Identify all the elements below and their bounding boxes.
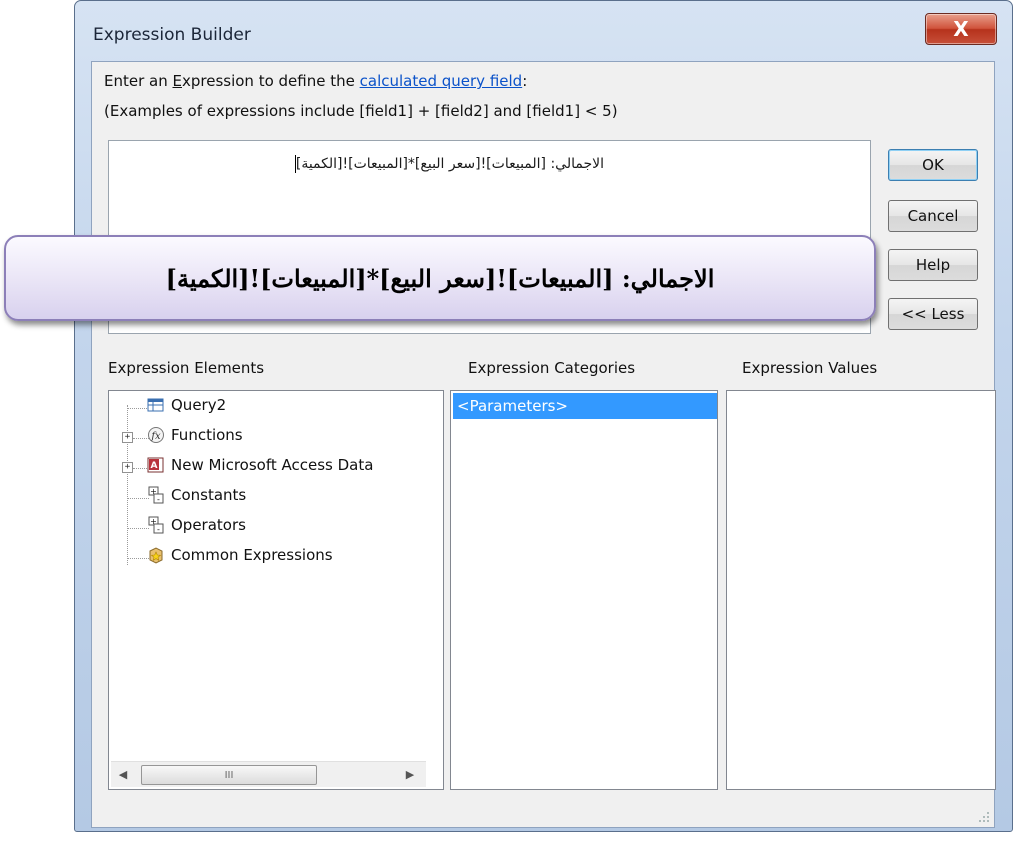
tree-item-label: Common Expressions (171, 546, 333, 564)
close-icon: X (953, 17, 969, 41)
dialog-client-area: Enter an Expression to define the calcul… (91, 61, 996, 828)
category-item-parameters[interactable]: <Parameters> (453, 393, 717, 419)
constants-icon: + - (147, 486, 165, 504)
tree-line (127, 405, 128, 565)
function-icon: fx (147, 426, 165, 444)
close-button[interactable]: X (925, 13, 997, 45)
accelerator-key: E (172, 72, 182, 90)
expand-database-icon[interactable]: + (122, 462, 133, 473)
instruction-text: Enter an (104, 72, 173, 90)
expression-categories-label: Expression Categories (468, 359, 636, 377)
window-title: Expression Builder (93, 25, 251, 45)
tree-item-constants[interactable]: + - Constants (147, 486, 246, 504)
resize-grip-icon[interactable] (978, 811, 990, 823)
query-icon (147, 396, 165, 414)
svg-text:+: + (150, 517, 157, 526)
svg-text:-: - (157, 495, 160, 504)
svg-text:+: + (150, 487, 157, 496)
expression-builder-window: Expression Builder X Enter an Expression… (74, 0, 1013, 832)
tree-item-functions[interactable]: fx Functions (147, 426, 243, 444)
cancel-button[interactable]: Cancel (888, 200, 978, 232)
instruction-text: : (522, 72, 528, 90)
tree-line (127, 558, 149, 559)
svg-text:fx: fx (150, 431, 161, 442)
scrollbar-thumb[interactable]: III (141, 765, 317, 785)
operators-icon: + - (147, 516, 165, 534)
tree-item-common-expressions[interactable]: Common Expressions (147, 546, 333, 564)
expression-values-label: Expression Values (742, 359, 878, 377)
access-db-icon: A (147, 456, 165, 474)
expression-elements-label: Expression Elements (108, 359, 265, 377)
ok-button[interactable]: OK (888, 149, 978, 181)
less-button[interactable]: << Less (888, 298, 978, 330)
tree-item-query2[interactable]: Query2 (147, 396, 226, 414)
expression-text: الاجمالي: [المبيعات]![سعر البيع]*[المبيع… (293, 155, 604, 173)
expression-value: الاجمالي: [المبيعات]![سعر البيع]*[المبيع… (295, 156, 604, 172)
tree-item-label: New Microsoft Access Data (171, 456, 374, 474)
help-button[interactable]: Help (888, 249, 978, 281)
instruction-line-1: Enter an Expression to define the calcul… (104, 72, 527, 90)
title-bar[interactable]: Expression Builder X (75, 1, 1012, 61)
svg-text:-: - (157, 525, 160, 534)
calculated-query-field-link[interactable]: calculated query field (360, 72, 523, 90)
tree-item-database[interactable]: A New Microsoft Access Data (147, 456, 373, 474)
expression-callout: الاجمالي: [المبيعات]![سعر البيع]*[المبيع… (4, 235, 876, 321)
tree-line (127, 408, 149, 409)
scroll-left-icon[interactable]: ◀ (115, 766, 131, 783)
tree-item-operators[interactable]: + - Operators (147, 516, 246, 534)
scrollbar-grip-icon: III (224, 769, 234, 781)
instruction-text: xpression to define the (181, 72, 360, 90)
expression-elements-panel[interactable]: + + Query2 fx Functions A New Microsoft … (108, 390, 444, 790)
expression-values-panel[interactable] (726, 390, 996, 790)
tree-line (127, 498, 149, 499)
tree-item-label: Functions (171, 426, 243, 444)
category-label: <Parameters> (457, 397, 568, 415)
tree-item-label: Constants (171, 486, 247, 504)
svg-text:A: A (151, 461, 158, 471)
scroll-right-icon[interactable]: ▶ (402, 766, 418, 783)
tree-line (127, 528, 149, 529)
horizontal-scrollbar[interactable]: ◀ III ▶ (111, 761, 426, 787)
tree-item-label: Operators (171, 516, 246, 534)
expression-categories-panel[interactable]: <Parameters> (450, 390, 718, 790)
instruction-line-2: (Examples of expressions include [field1… (104, 102, 618, 120)
expand-functions-icon[interactable]: + (122, 432, 133, 443)
callout-text: الاجمالي: [المبيعات]![سعر البيع]*[المبيع… (165, 263, 715, 293)
tree-item-label: Query2 (171, 396, 227, 414)
common-expressions-icon (147, 546, 165, 564)
